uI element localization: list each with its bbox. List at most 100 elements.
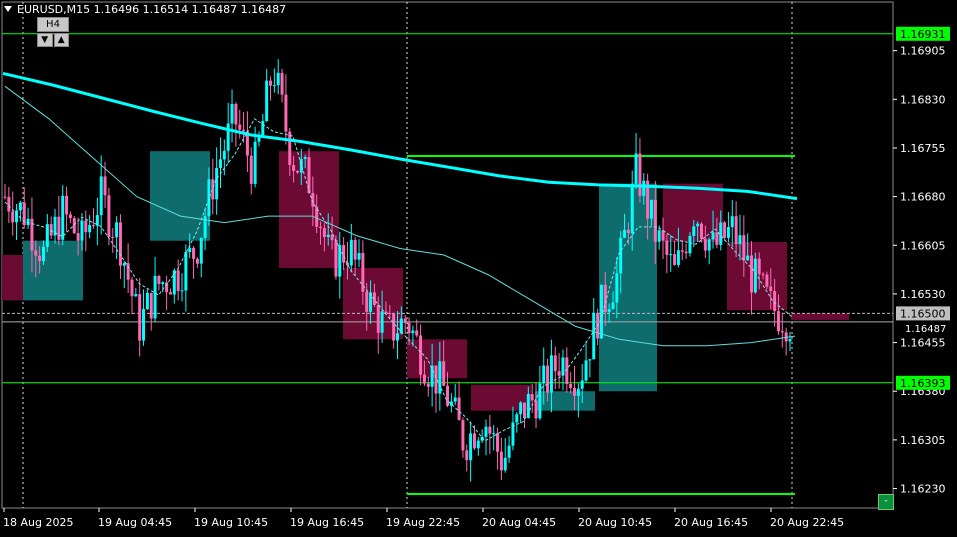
candle-body [157, 275, 161, 285]
time-tick-label: 20 Aug 16:45 [674, 516, 748, 529]
time-tick-label: 20 Aug 22:45 [770, 516, 844, 529]
candle-body [503, 457, 507, 471]
candle-body [142, 309, 146, 341]
candle-body [153, 275, 157, 319]
candle-body [265, 80, 269, 122]
time-tick-label: 20 Aug 04:45 [482, 516, 556, 529]
candle-body [753, 258, 757, 293]
candle-body [7, 197, 11, 212]
candle-body [465, 450, 469, 461]
time-tick-label: 19 Aug 04:45 [98, 516, 172, 529]
candle-body [407, 322, 411, 334]
candle-body [496, 433, 500, 452]
candle-body [773, 291, 777, 312]
price-chart[interactable]: 1.16905 1.16830 1.16755 1.16680 1.16605 1.165… [0, 0, 957, 533]
candle-body [288, 131, 292, 165]
candle-body [638, 153, 642, 196]
candle-body [168, 292, 172, 295]
candle-body [103, 176, 107, 196]
price-tick-label: 1.16755 [900, 142, 946, 155]
candle-body [723, 222, 727, 238]
candle-body [226, 123, 230, 151]
candle-body [530, 393, 534, 401]
candle-body [742, 235, 746, 261]
candle-body [276, 72, 280, 86]
candle-body [41, 246, 45, 262]
time-tick-label: 18 Aug 2025 [3, 516, 73, 529]
candle-body [522, 402, 526, 418]
candle-body [569, 384, 573, 388]
candle-body [499, 451, 503, 471]
candle-body [461, 420, 465, 451]
candle-body [192, 247, 196, 259]
candle-body [99, 176, 103, 216]
candle-body [292, 164, 296, 171]
candle-body [303, 157, 307, 160]
candle-body [242, 129, 246, 132]
candle-body [349, 239, 353, 266]
candle-body [357, 252, 361, 260]
candle-body [111, 237, 115, 239]
candle-body [76, 233, 80, 241]
candle-body [692, 226, 696, 236]
candle-body [426, 383, 430, 387]
candle-body [134, 294, 138, 297]
candle-body [322, 228, 326, 238]
candle-body [172, 270, 176, 295]
timeframe-up-button[interactable]: ▲ [53, 33, 69, 47]
candle-body [546, 365, 550, 393]
timeframe-down-button[interactable]: ▼ [37, 33, 53, 47]
candle-body [750, 255, 754, 293]
candle-body [319, 226, 323, 229]
candle-body [642, 180, 646, 196]
candle-body [45, 224, 49, 247]
candle-body [776, 311, 780, 332]
ma-slow-line [2, 71, 798, 201]
candle-body [538, 383, 542, 419]
candle-body [18, 202, 22, 211]
candle-body [49, 224, 53, 236]
candle-body [392, 313, 396, 341]
candle-body [430, 365, 434, 387]
candle-body [419, 335, 423, 375]
candle-body [118, 222, 122, 266]
candle-body [107, 195, 111, 238]
candle-body [176, 270, 180, 292]
candle-body [707, 239, 711, 251]
upper-level-price-label: 1.16931 [900, 28, 946, 41]
price-tick-label: 1.16455 [900, 337, 946, 350]
lower-level-price-label: 1.16393 [900, 377, 946, 390]
candle-body [584, 360, 588, 381]
collapse-triangle-icon[interactable] [4, 6, 12, 12]
corner-minus-button[interactable]: - [878, 494, 894, 510]
candle-body [696, 223, 700, 227]
candle-body [665, 240, 669, 255]
candle-body [115, 222, 119, 238]
candle-body [649, 199, 653, 219]
candle-body [469, 433, 473, 461]
candle-body [515, 414, 519, 423]
candle-body [580, 380, 584, 389]
candle-body [80, 220, 84, 241]
candle-body [138, 294, 142, 341]
candle-body [676, 250, 680, 265]
higher-timeframe-control: H4 ▼ ▲ [37, 17, 69, 47]
candle-body [765, 274, 769, 287]
candle-body [261, 121, 265, 136]
candle-body [384, 311, 388, 313]
price-tick-label: 1.16305 [900, 434, 946, 447]
candle-body [623, 229, 627, 238]
candle-body [422, 374, 426, 384]
candle-body [215, 167, 219, 200]
candle-body [295, 170, 299, 173]
time-tick-label: 19 Aug 10:45 [194, 516, 268, 529]
chart-area[interactable]: 1.16905 1.16830 1.16755 1.16680 1.16605 1.165… [0, 0, 957, 533]
candle-body [199, 237, 203, 264]
candle-body [607, 309, 611, 313]
price-tick-label: 1.16605 [900, 239, 946, 252]
time-tick-label: 19 Aug 16:45 [290, 516, 364, 529]
candle-body [761, 274, 765, 276]
candle-body [211, 179, 215, 200]
candle-body [388, 312, 392, 314]
candle-body [415, 330, 419, 336]
